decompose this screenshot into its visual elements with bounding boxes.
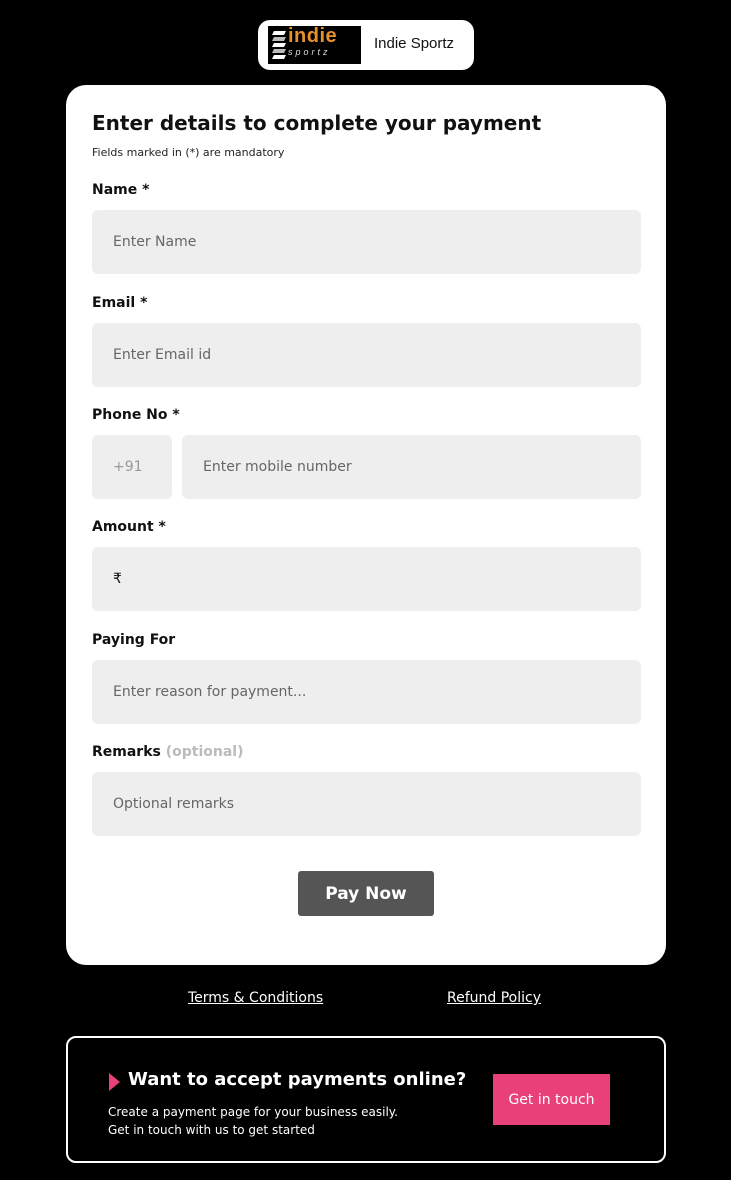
paying-for-label: Paying For	[92, 632, 176, 648]
optional-tag: (optional)	[165, 744, 244, 760]
logo-text-indie: indie	[288, 25, 338, 47]
remarks-label: Remarks (optional)	[92, 744, 244, 760]
logo-stripes-icon	[272, 31, 286, 59]
remarks-label-text: Remarks	[92, 744, 161, 760]
email-input[interactable]: Enter Email id	[92, 323, 641, 387]
promo-line-1: Create a payment page for your business …	[108, 1105, 398, 1119]
promo-title: Want to accept payments online?	[128, 1069, 467, 1090]
promo-banner: Want to accept payments online? Create a…	[66, 1036, 666, 1163]
terms-link[interactable]: Terms & Conditions	[188, 990, 323, 1006]
name-input[interactable]: Enter Name	[92, 210, 641, 274]
rupee-symbol: ₹	[113, 571, 122, 587]
pay-now-button[interactable]: Pay Now	[298, 871, 434, 916]
paying-for-input[interactable]: Enter reason for payment...	[92, 660, 641, 724]
promo-line-2: Get in touch with us to get started	[108, 1123, 315, 1137]
arrow-right-icon	[109, 1073, 120, 1091]
name-label: Name *	[92, 182, 150, 198]
amount-label: Amount *	[92, 519, 166, 535]
form-title: Enter details to complete your payment	[92, 111, 542, 135]
amount-input[interactable]: ₹	[92, 547, 641, 611]
brand-logo: indie sportz	[268, 25, 361, 64]
phone-input[interactable]: Enter mobile number	[182, 435, 641, 499]
country-code-field[interactable]: +91	[92, 435, 172, 499]
email-label: Email *	[92, 295, 148, 311]
remarks-input[interactable]: Optional remarks	[92, 772, 641, 836]
logo-text-sportz: sportz	[288, 47, 331, 57]
phone-label: Phone No *	[92, 407, 180, 423]
mandatory-note: Fields marked in (*) are mandatory	[92, 146, 285, 159]
get-in-touch-button[interactable]: Get in touch	[493, 1074, 610, 1125]
merchant-brand: indie sportz Indie Sportz	[258, 20, 474, 70]
brand-name: Indie Sportz	[374, 35, 455, 52]
payment-form-card: Enter details to complete your payment F…	[66, 85, 666, 965]
refund-policy-link[interactable]: Refund Policy	[447, 990, 541, 1006]
